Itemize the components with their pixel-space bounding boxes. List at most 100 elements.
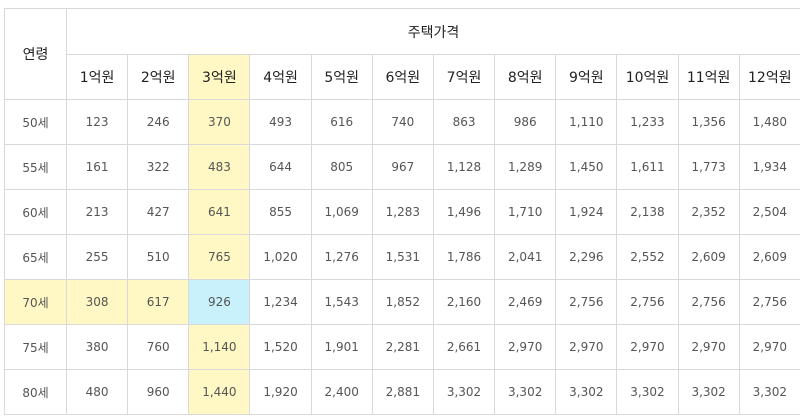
value-cell: 616 bbox=[310, 99, 373, 145]
price-header: 11억원 bbox=[677, 54, 740, 100]
price-header: 9억원 bbox=[555, 54, 618, 100]
table-row: 55세 161 322 483 644 805 967 1,128 1,289 1,450 1,61… bbox=[4, 144, 800, 190]
value-cell: 1,710 bbox=[494, 189, 557, 235]
age-cell: 55세 bbox=[4, 144, 67, 190]
table-row: 60세 213 427 641 855 1,069 1,283 1,496 1,710 1,924… bbox=[4, 189, 800, 235]
value-cell: 123 bbox=[65, 99, 129, 145]
value-cell: 2,469 bbox=[494, 279, 557, 325]
value-cell: 1,934 bbox=[738, 144, 800, 190]
value-cell: 2,756 bbox=[738, 279, 800, 325]
price-group-header: 주택가격 bbox=[66, 8, 800, 55]
value-cell: 2,609 bbox=[738, 234, 800, 280]
value-cell: 1,852 bbox=[371, 279, 434, 325]
value-cell: 2,281 bbox=[371, 324, 434, 370]
value-cell: 308 bbox=[65, 279, 129, 325]
value-cell: 1,450 bbox=[555, 144, 618, 190]
header-row: 연령 주택가격 bbox=[4, 8, 800, 100]
value-cell: 255 bbox=[65, 234, 129, 280]
value-cell: 2,756 bbox=[555, 279, 618, 325]
value-cell: 1,276 bbox=[310, 234, 373, 280]
value-cell: 1,440 bbox=[188, 369, 251, 415]
value-cell: 986 bbox=[494, 99, 557, 145]
value-cell: 1,920 bbox=[249, 369, 312, 415]
age-cell: 70세 bbox=[4, 279, 67, 325]
value-cell: 2,970 bbox=[677, 324, 740, 370]
age-cell: 65세 bbox=[4, 234, 67, 280]
value-cell: 2,552 bbox=[616, 234, 679, 280]
value-cell: 926 bbox=[188, 279, 251, 325]
price-header: 12억원 bbox=[738, 54, 800, 100]
value-cell: 3,302 bbox=[738, 369, 800, 415]
value-cell: 805 bbox=[310, 144, 373, 190]
value-cell: 2,352 bbox=[677, 189, 740, 235]
table-body: 50세 123 246 370 493 616 740 863 986 1,110 1,233 1,3… bbox=[4, 99, 800, 415]
value-cell: 213 bbox=[65, 189, 129, 235]
value-cell: 617 bbox=[127, 279, 190, 325]
value-cell: 2,756 bbox=[677, 279, 740, 325]
price-header-row: 1억원 2억원 3억원 4억원 5억원 6억원 7억원 8억원 9억원 10억원 11억원 12억원 bbox=[5, 54, 800, 100]
age-cell: 50세 bbox=[4, 99, 67, 145]
value-cell: 2,756 bbox=[616, 279, 679, 325]
value-cell: 1,901 bbox=[310, 324, 373, 370]
value-cell: 480 bbox=[65, 369, 129, 415]
value-cell: 967 bbox=[371, 144, 434, 190]
value-cell: 246 bbox=[127, 99, 190, 145]
value-cell: 863 bbox=[432, 99, 496, 145]
value-cell: 1,924 bbox=[555, 189, 618, 235]
table-row: 50세 123 246 370 493 616 740 863 986 1,110 1,233 1,3… bbox=[4, 99, 800, 145]
price-header: 10억원 bbox=[616, 54, 679, 100]
value-cell: 760 bbox=[127, 324, 190, 370]
value-cell: 1,543 bbox=[310, 279, 373, 325]
value-cell: 1,496 bbox=[432, 189, 496, 235]
value-cell: 1,480 bbox=[738, 99, 800, 145]
price-header: 4억원 bbox=[249, 54, 312, 100]
value-cell: 2,041 bbox=[494, 234, 557, 280]
value-cell: 2,504 bbox=[738, 189, 800, 235]
value-cell: 2,970 bbox=[555, 324, 618, 370]
value-cell: 2,296 bbox=[555, 234, 618, 280]
value-cell: 1,128 bbox=[432, 144, 496, 190]
value-cell: 2,970 bbox=[616, 324, 679, 370]
value-cell: 765 bbox=[188, 234, 251, 280]
value-cell: 855 bbox=[249, 189, 312, 235]
value-cell: 1,234 bbox=[249, 279, 312, 325]
value-cell: 740 bbox=[371, 99, 434, 145]
price-header: 8억원 bbox=[494, 54, 557, 100]
value-cell: 3,302 bbox=[677, 369, 740, 415]
value-cell: 641 bbox=[188, 189, 251, 235]
value-cell: 1,531 bbox=[371, 234, 434, 280]
value-cell: 493 bbox=[249, 99, 312, 145]
value-cell: 2,609 bbox=[677, 234, 740, 280]
value-cell: 1,110 bbox=[555, 99, 618, 145]
value-cell: 2,138 bbox=[616, 189, 679, 235]
price-header: 3억원 bbox=[188, 54, 251, 100]
value-cell: 1,786 bbox=[432, 234, 496, 280]
value-cell: 1,611 bbox=[616, 144, 679, 190]
value-cell: 380 bbox=[65, 324, 129, 370]
value-cell: 1,020 bbox=[249, 234, 312, 280]
table-row: 75세 380 760 1,140 1,520 1,901 2,281 2,661 2,970 2… bbox=[4, 324, 800, 370]
value-cell: 2,400 bbox=[310, 369, 373, 415]
value-cell: 1,773 bbox=[677, 144, 740, 190]
age-column-header: 연령 bbox=[4, 8, 67, 100]
value-cell: 644 bbox=[249, 144, 312, 190]
age-cell: 80세 bbox=[4, 369, 67, 415]
pension-table: 연령 주택가격 1억원 2억원 3억원 4억원 5억원 6억원 7억원 8억원 9억원 10억원 1… bbox=[4, 8, 800, 415]
value-cell: 322 bbox=[127, 144, 190, 190]
table-row: 65세 255 510 765 1,020 1,276 1,531 1,786 2,041 2,2… bbox=[4, 234, 800, 280]
value-cell: 1,289 bbox=[494, 144, 557, 190]
value-cell: 2,881 bbox=[371, 369, 434, 415]
value-cell: 2,970 bbox=[494, 324, 557, 370]
price-header: 2억원 bbox=[127, 54, 190, 100]
age-cell: 60세 bbox=[4, 189, 67, 235]
value-cell: 1,356 bbox=[677, 99, 740, 145]
value-cell: 960 bbox=[127, 369, 190, 415]
value-cell: 1,283 bbox=[371, 189, 434, 235]
value-cell: 3,302 bbox=[555, 369, 618, 415]
value-cell: 483 bbox=[188, 144, 251, 190]
price-header: 5억원 bbox=[310, 54, 373, 100]
table-row: 80세 480 960 1,440 1,920 2,400 2,881 3,302 3,302 3… bbox=[4, 369, 800, 415]
value-cell: 3,302 bbox=[494, 369, 557, 415]
value-cell: 1,520 bbox=[249, 324, 312, 370]
value-cell: 161 bbox=[65, 144, 129, 190]
